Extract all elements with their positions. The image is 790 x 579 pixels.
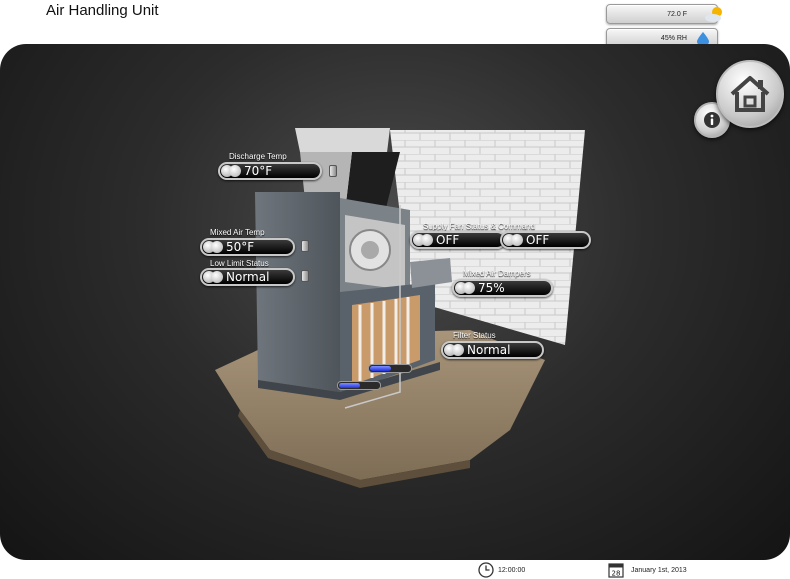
footer-time: 12:00:00 — [498, 567, 526, 574]
footer-date: January 1st, 2013 — [631, 567, 687, 574]
mixed-air-dampers-text: 75% — [478, 281, 505, 295]
air-handling-unit-graphic — [215, 128, 585, 488]
calendar-day-number: 28 — [612, 570, 621, 578]
mixed-air-temp-text: 50°F — [226, 240, 255, 254]
low-limit-sensor-icon — [301, 270, 309, 282]
mixed-air-temp-label: Mixed Air Temp — [210, 228, 265, 237]
heating-valve-fill — [370, 366, 391, 371]
discharge-temp-label: Discharge Temp — [229, 152, 287, 161]
filter-status-value[interactable]: Normal — [441, 341, 544, 359]
mixed-air-temp-value[interactable]: 50°F — [200, 238, 295, 256]
knob-icon — [229, 165, 241, 177]
low-limit-status-label: Low Limit Status — [210, 259, 269, 268]
filter-status-text: Normal — [467, 343, 511, 357]
knob-icon — [452, 344, 464, 356]
supply-fan-command[interactable]: OFF — [500, 231, 591, 249]
low-limit-status-text: Normal — [226, 270, 270, 284]
mixed-air-temp-sensor-icon — [301, 240, 309, 252]
mixed-air-dampers-label: Mixed Air Dampers — [463, 269, 531, 278]
filter-status-label: Filter Status — [453, 331, 496, 340]
cooling-valve-slider[interactable] — [337, 381, 381, 390]
supply-fan-label: Supply Fan Status & Command — [423, 222, 536, 231]
mixed-air-dampers-value[interactable]: 75% — [452, 279, 553, 297]
clock-icon — [478, 562, 494, 578]
calendar-icon: 28 — [608, 563, 624, 578]
low-limit-status-value[interactable]: Normal — [200, 268, 295, 286]
supply-fan-status[interactable]: OFF — [410, 231, 506, 249]
discharge-temp-value[interactable]: 70°F — [218, 162, 322, 180]
supply-fan-command-text: OFF — [526, 233, 550, 247]
discharge-temp-text: 70°F — [244, 164, 273, 178]
knob-icon — [211, 271, 223, 283]
heating-valve-slider[interactable] — [368, 364, 412, 373]
cooling-valve-fill — [339, 383, 360, 388]
knob-icon — [463, 282, 475, 294]
knob-icon — [511, 234, 523, 246]
discharge-temp-sensor-icon — [329, 165, 337, 177]
knob-icon — [421, 234, 433, 246]
supply-fan-status-text: OFF — [436, 233, 460, 247]
knob-icon — [211, 241, 223, 253]
